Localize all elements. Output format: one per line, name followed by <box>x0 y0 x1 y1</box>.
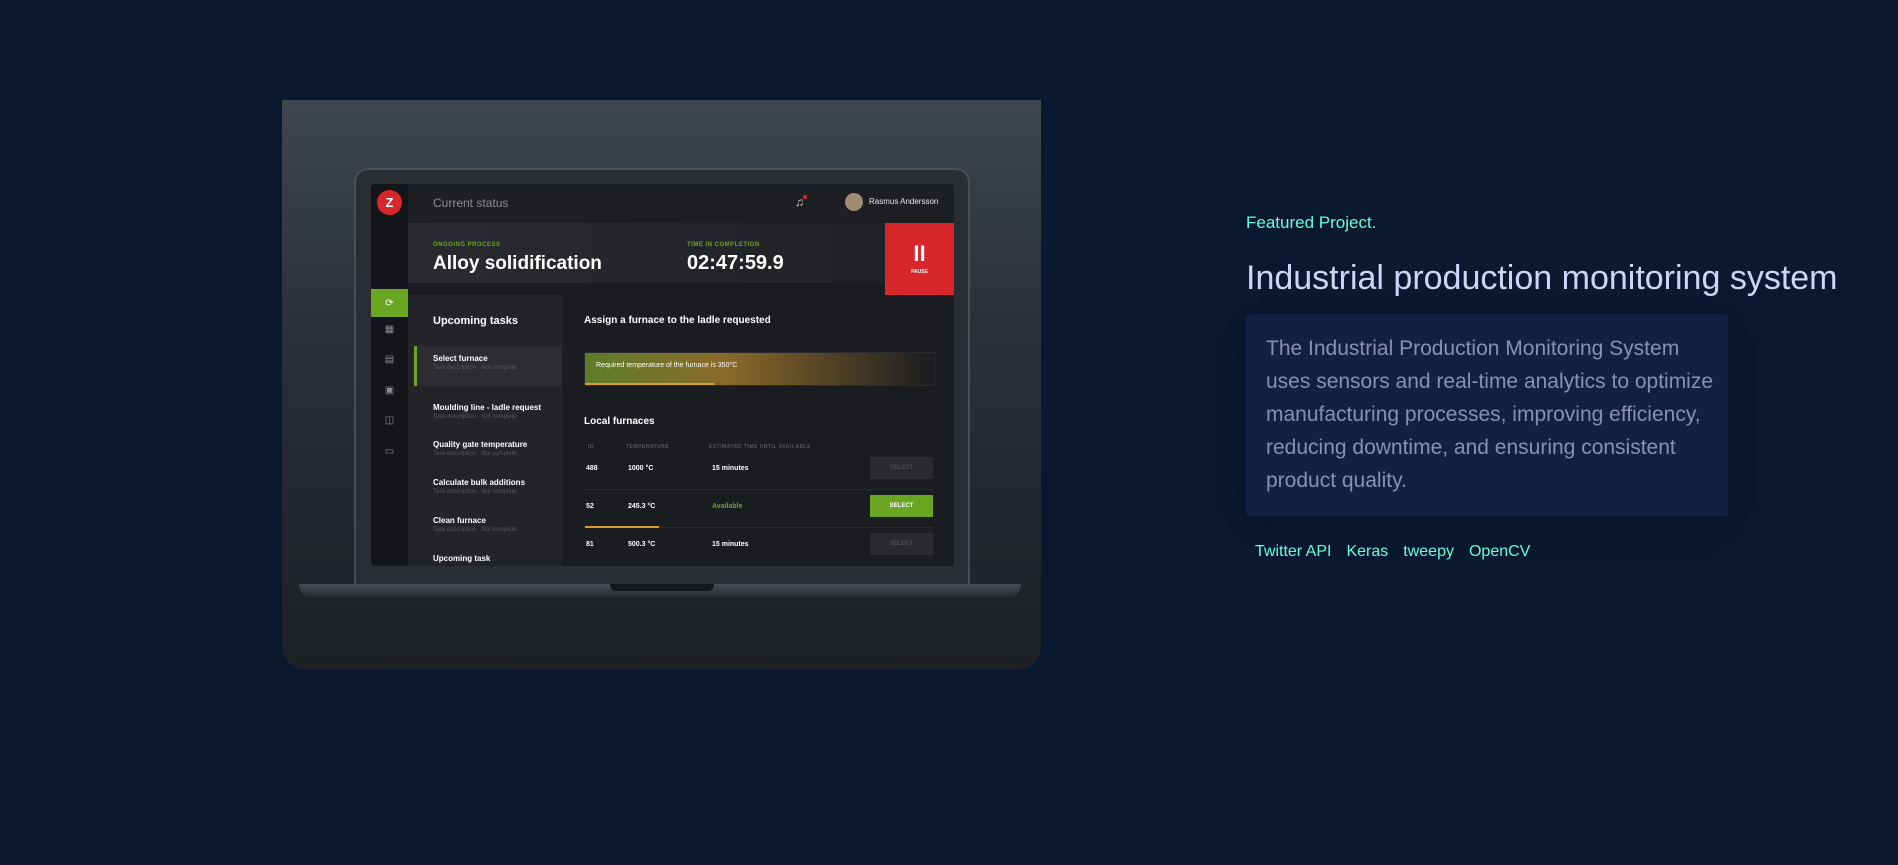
list-item: Select furnace Task description · Not co… <box>433 354 561 371</box>
tech-item: tweepy <box>1403 543 1454 560</box>
tasks-panel: Upcoming tasks Select furnace Task descr… <box>408 295 562 566</box>
task-name: Moulding line - ladle request <box>433 403 542 412</box>
furnace-eta: Available <box>712 503 743 510</box>
assign-panel: Assign a furnace to the ladle requested … <box>562 295 954 566</box>
furnace-eta: 15 minutes <box>712 465 749 472</box>
task-meta: Task description · Not complete <box>433 365 517 371</box>
project-image[interactable]: Z ⟳ ▦ ▤ ▣ ◫ ▭ Current status ♫ Rasmus An… <box>282 100 1041 670</box>
tech-list: Twitter API Keras tweepy OpenCV <box>1255 543 1530 561</box>
archive-icon: ▭ <box>384 446 395 457</box>
chart-icon: ◫ <box>384 415 395 426</box>
save-icon: ▣ <box>384 385 395 396</box>
select-button: SELECT <box>870 495 933 517</box>
task-name: Upcoming task <box>433 554 491 563</box>
time-label: TIME IN COMPLETION <box>687 242 760 248</box>
task-meta: Task description · Not complete <box>433 414 517 420</box>
task-name: Select furnace <box>433 354 488 363</box>
pause-icon: II <box>913 241 926 266</box>
select-button: SELECT <box>870 533 933 555</box>
row-progress <box>585 526 659 528</box>
ongoing-value: Alloy solidification <box>433 253 602 274</box>
temperature-requirement: Required temperature of the furnace is 3… <box>584 352 935 386</box>
app-topbar: Current status ♫ Rasmus Andersson <box>408 184 954 223</box>
temperature-progress <box>585 383 715 385</box>
task-name: Calculate bulk additions <box>433 478 526 487</box>
column-header: TEMPERATURE <box>626 444 670 450</box>
list-item: Upcoming task <box>433 554 561 563</box>
status-icon: ⟳ <box>371 289 408 317</box>
project-title[interactable]: Industrial production monitoring system <box>1246 259 1838 298</box>
table-row: 488 1000 °C 15 minutes SELECT <box>584 453 933 490</box>
list-item: Quality gate temperature Task descriptio… <box>433 440 561 457</box>
task-name: Clean furnace <box>433 516 486 525</box>
task-meta: Task description · Not complete <box>433 451 517 457</box>
task-meta: Task description · Not complete <box>433 489 517 495</box>
active-task-indicator <box>414 346 417 386</box>
tech-item: Twitter API <box>1255 543 1332 560</box>
list-item: Clean furnace Task description · Not com… <box>433 516 561 533</box>
tasks-title: Upcoming tasks <box>433 315 518 327</box>
assign-title: Assign a furnace to the ladle requested <box>584 315 771 326</box>
calendar-icon: ▦ <box>384 324 395 335</box>
task-meta: Task description · Not complete <box>433 527 517 533</box>
select-button: SELECT <box>870 457 933 479</box>
ongoing-label: ONGOING PROCESS <box>433 242 501 248</box>
time-value: 02:47:59.9 <box>687 252 784 274</box>
furnace-eta: 15 minutes <box>712 541 749 548</box>
pause-label: PAUSE <box>911 269 928 275</box>
furnace-temp: 500.3 °C <box>628 541 656 548</box>
furnace-id: 488 <box>586 465 598 472</box>
furnace-id: 52 <box>586 503 594 510</box>
furnaces-title: Local furnaces <box>584 416 655 427</box>
column-header: ESTIMATED TIME UNTIL AVAILABLE <box>709 444 811 450</box>
temperature-text: Required temperature of the furnace is 3… <box>596 362 738 369</box>
process-status: ONGOING PROCESS Alloy solidification TIM… <box>408 223 954 295</box>
screen-title: Current status <box>433 196 509 210</box>
laptop-notch <box>610 584 714 591</box>
tech-item: Keras <box>1346 543 1389 560</box>
avatar <box>845 193 863 211</box>
furnace-temp: 1000 °C <box>628 465 654 472</box>
notification-dot <box>803 195 807 199</box>
brand-logo: Z <box>377 190 402 215</box>
pause-button: II PAUSE <box>885 223 954 295</box>
project-overline: Featured Project. <box>1246 213 1377 232</box>
furnace-id: 81 <box>586 541 594 548</box>
table-row: 52 245.3 °C Available SELECT <box>584 491 933 528</box>
project-description-card: The Industrial Production Monitoring Sys… <box>1246 314 1728 516</box>
grid-icon: ▤ <box>384 354 395 365</box>
list-item: Moulding line - ladle request Task descr… <box>433 403 561 420</box>
furnace-temp: 245.3 °C <box>628 503 656 510</box>
list-item: Calculate bulk additions Task descriptio… <box>433 478 561 495</box>
tech-item: OpenCV <box>1468 543 1531 560</box>
user-name: Rasmus Andersson <box>869 197 939 206</box>
app-sidebar: Z ⟳ ▦ ▤ ▣ ◫ ▭ <box>371 184 408 566</box>
task-name: Quality gate temperature <box>433 440 528 449</box>
project-description: The Industrial Production Monitoring Sys… <box>1266 337 1714 492</box>
laptop-screen: Z ⟳ ▦ ▤ ▣ ◫ ▭ Current status ♫ Rasmus An… <box>371 184 954 566</box>
laptop-mockup: Z ⟳ ▦ ▤ ▣ ◫ ▭ Current status ♫ Rasmus An… <box>354 168 970 586</box>
column-header: ID <box>588 444 594 450</box>
table-row: 81 500.3 °C 15 minutes SELECT <box>584 529 933 565</box>
